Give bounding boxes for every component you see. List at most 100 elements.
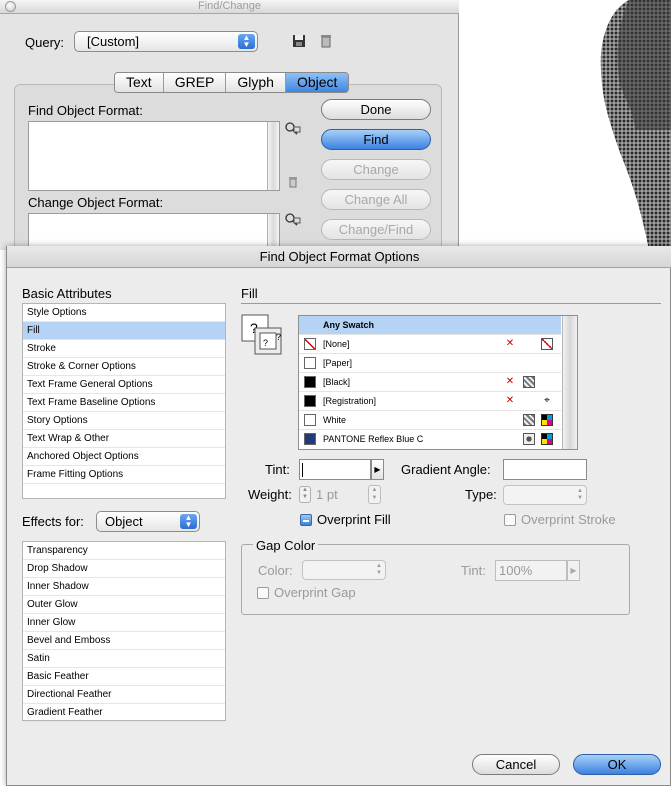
done-button[interactable]: Done xyxy=(321,99,431,120)
swatch-any[interactable]: Any Swatch xyxy=(299,316,561,335)
weight-label: Weight: xyxy=(248,487,292,502)
effect-drop-shadow[interactable]: Drop Shadow xyxy=(23,560,225,578)
swatch-list-scrollbar[interactable] xyxy=(562,316,577,449)
swatch-name: White xyxy=(323,415,347,425)
change-object-format-label: Change Object Format: xyxy=(28,195,164,210)
overprint-fill-checkbox[interactable] xyxy=(300,514,312,526)
attr-stroke-corner-options[interactable]: Stroke & Corner Options xyxy=(23,358,225,376)
find-object-format-box[interactable] xyxy=(28,121,280,191)
swatch-name: [Registration] xyxy=(323,396,377,406)
white-swatch-chip xyxy=(304,414,316,426)
overprint-stroke-checkbox[interactable] xyxy=(504,514,516,526)
effect-basic-feather[interactable]: Basic Feather xyxy=(23,668,225,686)
tab-glyph[interactable]: Glyph xyxy=(226,73,286,92)
change-button[interactable]: Change xyxy=(321,159,431,180)
gap-tint-input[interactable]: 100% xyxy=(495,560,567,581)
find-object-format-options-dialog: Find Object Format Options Basic Attribu… xyxy=(6,246,671,786)
none-color-icon xyxy=(541,338,553,350)
ok-button[interactable]: OK xyxy=(573,754,661,775)
cmyk-icon xyxy=(541,414,553,426)
cancel-button[interactable]: Cancel xyxy=(472,754,560,775)
effect-satin[interactable]: Satin xyxy=(23,650,225,668)
swatch-registration[interactable]: [Registration] ✕ ⌖ xyxy=(299,392,561,411)
change-all-button[interactable]: Change All xyxy=(321,189,431,210)
process-color-icon xyxy=(523,414,535,426)
swatch-black[interactable]: [Black] ✕ xyxy=(299,373,561,392)
attr-frame-fitting-options[interactable]: Frame Fitting Options xyxy=(23,466,225,484)
effect-bevel-and-emboss[interactable]: Bevel and Emboss xyxy=(23,632,225,650)
cannot-edit-icon: ✕ xyxy=(505,395,515,406)
effect-transparency[interactable]: Transparency xyxy=(23,542,225,560)
svg-text:?: ? xyxy=(276,332,281,342)
paper-swatch-chip xyxy=(304,357,316,369)
effect-outer-glow[interactable]: Outer Glow xyxy=(23,596,225,614)
attr-style-options[interactable]: Style Options xyxy=(23,304,225,322)
gradient-angle-label: Gradient Angle: xyxy=(401,462,491,477)
find-object-format-label: Find Object Format: xyxy=(28,103,143,118)
specify-find-format-icon[interactable] xyxy=(285,122,301,136)
tab-grep[interactable]: GREP xyxy=(163,73,227,92)
none-swatch-icon xyxy=(304,338,316,350)
effect-directional-feather[interactable]: Directional Feather xyxy=(23,686,225,704)
tint-input[interactable] xyxy=(299,459,371,480)
popup-arrows-icon: ▲ ▼ xyxy=(376,563,382,576)
effects-for-select[interactable]: Object ▲ ▼ xyxy=(96,511,200,532)
gap-tint-menu-arrow[interactable]: ▶ xyxy=(567,560,580,581)
gradient-angle-input[interactable] xyxy=(503,459,587,480)
change-find-button[interactable]: Change/Find xyxy=(321,219,431,240)
svg-text:?: ? xyxy=(263,338,268,348)
effect-inner-glow[interactable]: Inner Glow xyxy=(23,614,225,632)
find-button[interactable]: Find xyxy=(321,129,431,150)
popup-arrows-icon: ▲ ▼ xyxy=(238,34,255,49)
weight-stepper[interactable]: ▲ ▼ xyxy=(299,486,311,503)
overprint-gap-checkbox[interactable] xyxy=(257,587,269,599)
background-photo xyxy=(459,0,671,250)
query-label: Query: xyxy=(25,35,65,50)
attr-text-wrap-other[interactable]: Text Wrap & Other xyxy=(23,430,225,448)
save-query-icon[interactable] xyxy=(292,34,306,48)
gap-color-select[interactable]: ▲ ▼ xyxy=(302,560,386,580)
find-format-scrollbar[interactable] xyxy=(267,122,279,190)
cannot-edit-icon: ✕ xyxy=(505,376,515,387)
type-select[interactable]: ▲ ▼ xyxy=(503,485,587,505)
find-change-window: Find/Change Query: [Custom] ▲ ▼ Text GREP… xyxy=(0,0,459,264)
type-label: Type: xyxy=(465,487,497,502)
search-type-tabs: Text GREP Glyph Object xyxy=(114,72,350,93)
registration-swatch-chip xyxy=(304,395,316,407)
gap-color-title: Gap Color xyxy=(253,538,319,553)
attr-text-frame-baseline-options[interactable]: Text Frame Baseline Options xyxy=(23,394,225,412)
swatch-paper[interactable]: [Paper] xyxy=(299,354,561,373)
black-swatch-chip xyxy=(304,376,316,388)
fill-stroke-unknown-icon[interactable]: ? ? ? xyxy=(241,314,283,358)
find-change-titlebar: Find/Change xyxy=(0,0,459,14)
swatch-none[interactable]: [None] ✕ xyxy=(299,335,561,354)
query-select[interactable]: [Custom] ▲ ▼ xyxy=(74,31,258,52)
effects-for-label: Effects for: xyxy=(22,514,84,529)
overprint-gap-label: Overprint Gap xyxy=(274,585,356,600)
dialog-title: Find Object Format Options xyxy=(7,246,671,268)
attr-stroke[interactable]: Stroke xyxy=(23,340,225,358)
effect-inner-shadow[interactable]: Inner Shadow xyxy=(23,578,225,596)
query-value: [Custom] xyxy=(87,34,140,49)
overprint-fill-label: Overprint Fill xyxy=(317,512,391,527)
window-close-button[interactable] xyxy=(5,1,16,12)
section-divider xyxy=(241,303,661,304)
swatch-white[interactable]: White xyxy=(299,411,561,430)
effect-gradient-feather[interactable]: Gradient Feather xyxy=(23,704,225,722)
tint-menu-arrow[interactable]: ▶ xyxy=(371,459,384,480)
clear-find-format-icon[interactable] xyxy=(286,176,300,190)
cannot-edit-icon: ✕ xyxy=(505,338,515,349)
attr-fill[interactable]: Fill xyxy=(23,322,225,340)
delete-query-icon[interactable] xyxy=(319,34,333,48)
process-color-icon xyxy=(523,376,535,388)
attr-anchored-object-options[interactable]: Anchored Object Options xyxy=(23,448,225,466)
swatch-pantone-reflex-blue[interactable]: PANTONE Reflex Blue C xyxy=(299,430,561,449)
weight-dropdown[interactable]: ▲ ▼ xyxy=(368,485,381,504)
tab-object[interactable]: Object xyxy=(285,73,349,92)
specify-change-format-icon[interactable] xyxy=(285,213,301,227)
swatch-name: PANTONE Reflex Blue C xyxy=(323,434,424,444)
attr-story-options[interactable]: Story Options xyxy=(23,412,225,430)
effects-list: Transparency Drop Shadow Inner Shadow Ou… xyxy=(22,541,226,722)
attr-text-frame-general-options[interactable]: Text Frame General Options xyxy=(23,376,225,394)
tab-text[interactable]: Text xyxy=(115,73,164,92)
